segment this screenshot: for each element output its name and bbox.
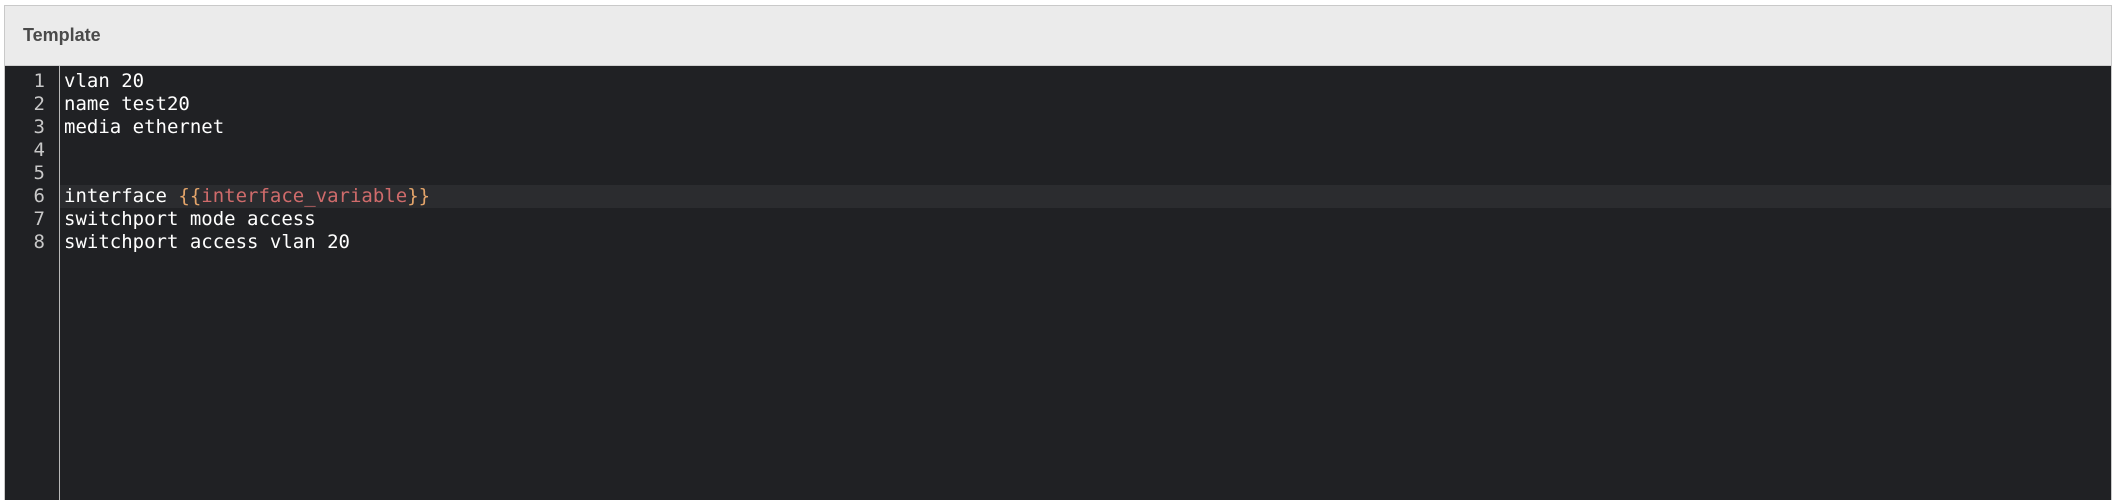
code-line[interactable]: switchport mode access: [60, 208, 2111, 231]
line-number: 2: [33, 93, 45, 115]
code-keyword-text: interface: [64, 185, 179, 207]
code-line[interactable]: name test20: [60, 93, 2111, 116]
code-area[interactable]: vlan 20 name test20 media ethernet inter…: [60, 66, 2111, 500]
code-line[interactable]: switchport access vlan 20: [60, 231, 2111, 254]
code-line[interactable]: [60, 162, 2111, 185]
line-number: 6: [33, 185, 45, 207]
panel-title: Template: [23, 25, 101, 45]
line-number: 7: [33, 208, 45, 230]
panel-header: Template: [5, 6, 2111, 66]
line-number-gutter: 1 2 3 4 5 6 7 8: [5, 66, 60, 500]
code-line[interactable]: vlan 20: [60, 70, 2111, 93]
template-open-brace: {{: [178, 185, 202, 207]
line-number: 1: [33, 70, 45, 92]
line-number: 8: [33, 231, 45, 253]
template-variable: interface_variable: [201, 185, 408, 207]
line-number: 4: [33, 139, 45, 161]
template-close-brace: }}: [407, 185, 431, 207]
template-panel: Template 1 2 3 4 5 6 7 8 vlan 20 name te…: [4, 5, 2112, 500]
code-line-active[interactable]: interface {{interface_variable}}: [60, 185, 2111, 208]
code-line[interactable]: [60, 139, 2111, 162]
code-editor[interactable]: 1 2 3 4 5 6 7 8 vlan 20 name test20 medi…: [5, 66, 2111, 500]
code-line[interactable]: media ethernet: [60, 116, 2111, 139]
line-number: 3: [33, 116, 45, 138]
line-number: 5: [33, 162, 45, 184]
